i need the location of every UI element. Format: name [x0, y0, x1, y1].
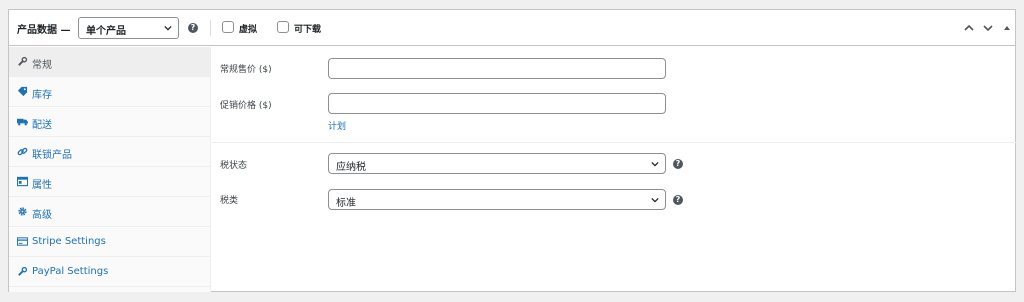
tab-label: 常规 [32, 60, 52, 71]
link-icon [17, 147, 28, 156]
downloadable-label: 可下载 [294, 25, 322, 35]
tab-label: Stripe Settings [32, 236, 106, 247]
gear-icon [18, 207, 27, 216]
tax-class-label: 税类 [220, 196, 239, 206]
tax-status-select[interactable]: 应纳税 [328, 153, 666, 174]
downloadable-checkbox[interactable] [277, 21, 289, 33]
tab-label: 属性 [32, 180, 52, 191]
schedule-link[interactable]: 计划 [328, 119, 346, 132]
panel-header: 产品数据 — 单个产品 ? 虚拟 可下载 [9, 10, 1015, 46]
help-icon[interactable]: ? [673, 195, 683, 205]
product-data-panel: 产品数据 — 单个产品 ? 虚拟 可下载 常规 库存 配送 联锁产品 属性 高级… [8, 9, 1017, 292]
tab-inventory[interactable]: 库存 [9, 77, 211, 107]
table-icon [17, 176, 28, 187]
tab-attributes[interactable]: 属性 [9, 167, 211, 197]
tab-advanced[interactable]: 高级 [9, 197, 211, 227]
panel-title: 产品数据 — [17, 25, 71, 36]
sale-price-label: 促销价格 ($) [220, 101, 272, 111]
tax-status-label: 税状态 [220, 161, 248, 171]
tab-label: 库存 [32, 90, 52, 101]
virtual-label: 虚拟 [239, 25, 258, 35]
wrench-icon [18, 266, 28, 276]
tab-label: 联锁产品 [32, 150, 72, 161]
virtual-checkbox[interactable] [222, 21, 234, 33]
chevron-down-icon [164, 25, 172, 31]
product-data-tabs: 常规 库存 配送 联锁产品 属性 高级 Stripe Settings PayP… [9, 47, 211, 292]
chevron-down-icon [651, 197, 659, 203]
tab-label: 配送 [32, 120, 52, 131]
help-icon[interactable]: ? [673, 159, 683, 169]
product-type-select[interactable]: 单个产品 [78, 17, 179, 39]
truck-icon [17, 118, 28, 126]
tax-class-select[interactable]: 标准 [328, 189, 666, 210]
sale-price-input[interactable] [328, 93, 666, 114]
tab-linked-products[interactable]: 联锁产品 [9, 137, 211, 167]
product-type-value: 单个产品 [86, 26, 126, 37]
help-icon[interactable]: ? [188, 23, 198, 33]
tax-class-value: 标准 [336, 198, 356, 209]
tag-icon [17, 86, 28, 97]
tab-shipping[interactable]: 配送 [9, 107, 211, 137]
wrench-icon [18, 56, 28, 66]
tab-label: 高级 [32, 210, 52, 221]
tax-status-value: 应纳税 [336, 162, 366, 173]
tab-label: PayPal Settings [32, 266, 109, 277]
card-icon [17, 237, 28, 246]
chevron-down-icon [651, 161, 659, 167]
divider [210, 20, 211, 36]
section-divider [212, 142, 1017, 143]
tab-stripe-settings[interactable]: Stripe Settings [9, 227, 211, 257]
move-up-icon[interactable] [963, 22, 975, 34]
move-down-icon[interactable] [982, 22, 994, 34]
regular-price-label: 常规售价 ($) [220, 65, 272, 75]
collapse-toggle-icon[interactable] [1001, 22, 1013, 34]
tab-general[interactable]: 常规 [9, 47, 211, 77]
tab-paypal-settings[interactable]: PayPal Settings [9, 257, 211, 287]
regular-price-input[interactable] [328, 58, 666, 79]
